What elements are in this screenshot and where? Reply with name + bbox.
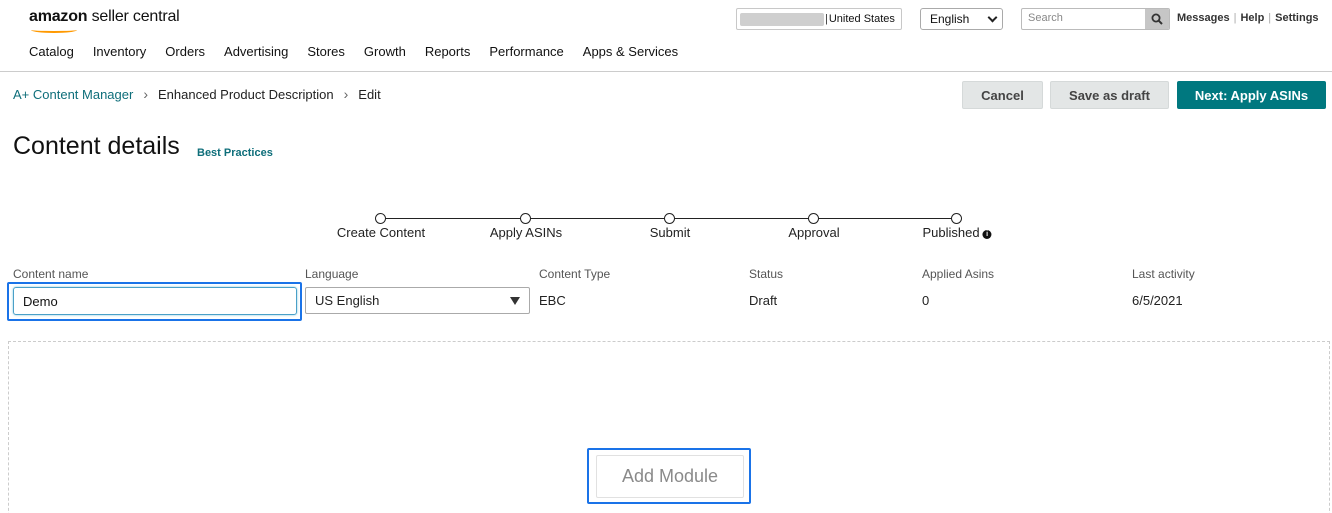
caret-down-icon [510,296,520,305]
marketplace-selector[interactable]: | United States [736,8,902,30]
breadcrumb-enhanced-product-description: Enhanced Product Description [158,86,334,102]
save-as-draft-button[interactable]: Save as draft [1050,81,1169,109]
step-label-published-wrap: Published i [922,225,992,240]
language-dropdown[interactable]: English [920,8,1003,30]
step-label-create-content: Create Content [336,225,426,240]
search-icon [1151,13,1163,25]
divider: | [1233,12,1237,24]
info-icon[interactable]: i [982,230,992,239]
masked-store-name [740,12,824,26]
applied-asins-label: Applied Asins [922,267,995,281]
header-divider [0,71,1332,72]
search-input[interactable]: Search [1022,9,1145,29]
next-apply-asins-button[interactable]: Next: Apply ASINs [1177,81,1326,109]
status-value: Draft [749,293,778,308]
content-type-label: Content Type [539,267,611,281]
page-title: Content details [13,132,180,160]
best-practices-link[interactable]: Best Practices [197,147,273,159]
amazon-seller-central-logo[interactable]: amazon seller central [29,8,180,33]
applied-asins-value: 0 [922,293,930,308]
step-label-submit: Submit [649,225,691,240]
nav-item-advertising[interactable]: Advertising [224,44,288,59]
amazon-smile-icon [31,27,77,33]
divider: | [1268,12,1272,24]
settings-link[interactable]: Settings [1275,12,1318,24]
nav-item-reports[interactable]: Reports [425,44,471,59]
step-dot-published [951,213,962,224]
nav-item-performance[interactable]: Performance [489,44,563,59]
main-nav: Catalog Inventory Orders Advertising Sto… [29,44,697,59]
divider: | [825,13,828,25]
messages-link[interactable]: Messages [1177,12,1230,24]
step-dot-apply-asins [520,213,531,224]
chevron-right-icon: › [343,86,349,102]
language-select[interactable]: US English [305,287,530,314]
content-name-label: Content name [13,267,89,281]
nav-item-inventory[interactable]: Inventory [93,44,146,59]
search-button[interactable] [1145,9,1169,29]
step-dot-approval [808,213,819,224]
status-label: Status [749,267,784,281]
language-dropdown-value: English [930,12,970,26]
nav-item-catalog[interactable]: Catalog [29,44,74,59]
add-module-button[interactable]: Add Module [596,455,744,498]
cancel-button[interactable]: Cancel [962,81,1043,109]
logo-text: seller central [87,8,180,25]
step-dot-submit [664,213,675,224]
marketplace-label: United States [828,13,895,25]
nav-item-stores[interactable]: Stores [307,44,345,59]
last-activity-label: Last activity [1132,267,1195,281]
breadcrumb-a-plus-content-manager[interactable]: A+ Content Manager [13,87,133,102]
step-label-apply-asins: Apply ASINs [489,225,563,240]
nav-item-orders[interactable]: Orders [165,44,205,59]
last-activity-value: 6/5/2021 [1132,293,1183,308]
step-label-published: Published [922,225,980,240]
chevron-right-icon: › [143,86,148,102]
language-label: Language [305,267,359,281]
content-type-value: EBC [539,293,566,308]
nav-item-apps-services[interactable]: Apps & Services [583,44,678,59]
logo-brand: amazon [29,8,88,25]
language-select-value: US English [315,293,380,308]
chevron-down-icon [987,12,998,22]
breadcrumb-edit: Edit [358,86,381,102]
nav-item-growth[interactable]: Growth [364,44,406,59]
search-box[interactable]: Search [1021,8,1170,30]
breadcrumb: A+ Content Manager › Enhanced Product De… [13,86,381,102]
content-name-input[interactable]: Demo [13,287,297,315]
utility-links: Messages | Help | Settings [1177,12,1319,24]
step-label-approval: Approval [788,225,840,240]
step-dot-create-content [375,213,386,224]
help-link[interactable]: Help [1240,12,1264,24]
